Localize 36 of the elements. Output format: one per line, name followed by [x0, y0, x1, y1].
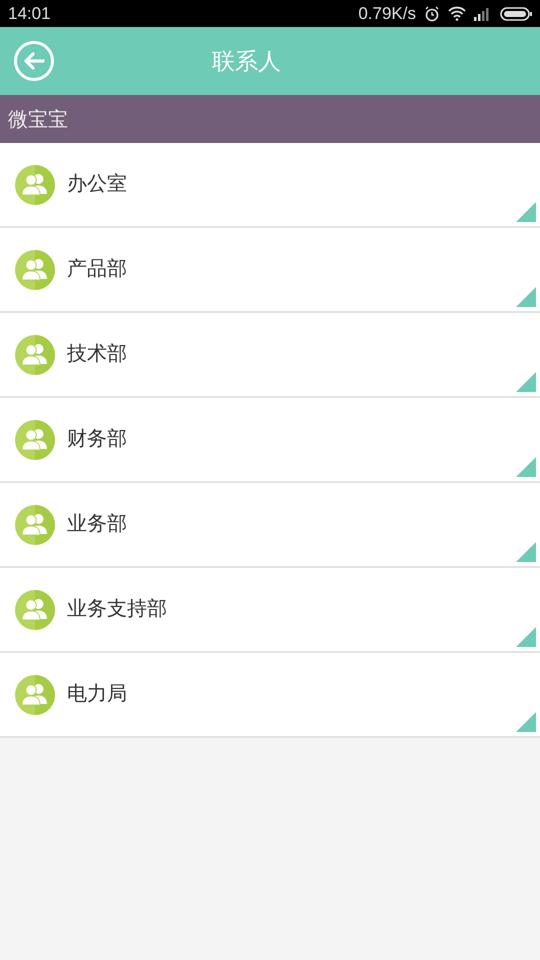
people-icon	[15, 420, 55, 460]
wifi-icon	[448, 6, 466, 21]
people-icon	[15, 504, 55, 544]
group-name: 产品部	[67, 255, 127, 282]
group-name: 电力局	[67, 680, 127, 707]
alarm-icon	[424, 6, 440, 22]
group-name: 业务支持部	[67, 595, 167, 622]
group-name: 技术部	[67, 340, 127, 367]
clock: 14:01	[8, 4, 51, 24]
people-icon	[15, 250, 55, 290]
contact-group-item[interactable]: 产品部	[0, 228, 540, 313]
back-button[interactable]	[14, 41, 54, 81]
corner-triangle-icon	[516, 287, 536, 307]
corner-triangle-icon	[516, 627, 536, 647]
corner-triangle-icon	[516, 202, 536, 222]
contact-group-item[interactable]: 业务支持部	[0, 568, 540, 653]
group-name: 办公室	[67, 170, 127, 197]
people-icon	[15, 334, 55, 374]
contact-group-item[interactable]: 财务部	[0, 398, 540, 483]
contact-group-item[interactable]: 业务部	[0, 483, 540, 568]
page-title: 联系人	[212, 48, 281, 76]
people-icon	[15, 164, 55, 204]
people-icon	[15, 674, 55, 714]
network-speed: 0.79K/s	[358, 4, 416, 24]
contact-group-item[interactable]: 办公室	[0, 143, 540, 228]
group-name: 业务部	[67, 510, 127, 537]
corner-triangle-icon	[516, 372, 536, 392]
corner-triangle-icon	[516, 712, 536, 732]
group-name: 财务部	[67, 425, 127, 452]
people-icon	[15, 590, 55, 630]
battery-icon	[500, 6, 532, 20]
contact-group-item[interactable]: 技术部	[0, 313, 540, 398]
corner-triangle-icon	[516, 457, 536, 477]
section-title: 微宝宝	[8, 106, 68, 132]
contact-group-item[interactable]: 电力局	[0, 653, 540, 738]
corner-triangle-icon	[516, 542, 536, 562]
